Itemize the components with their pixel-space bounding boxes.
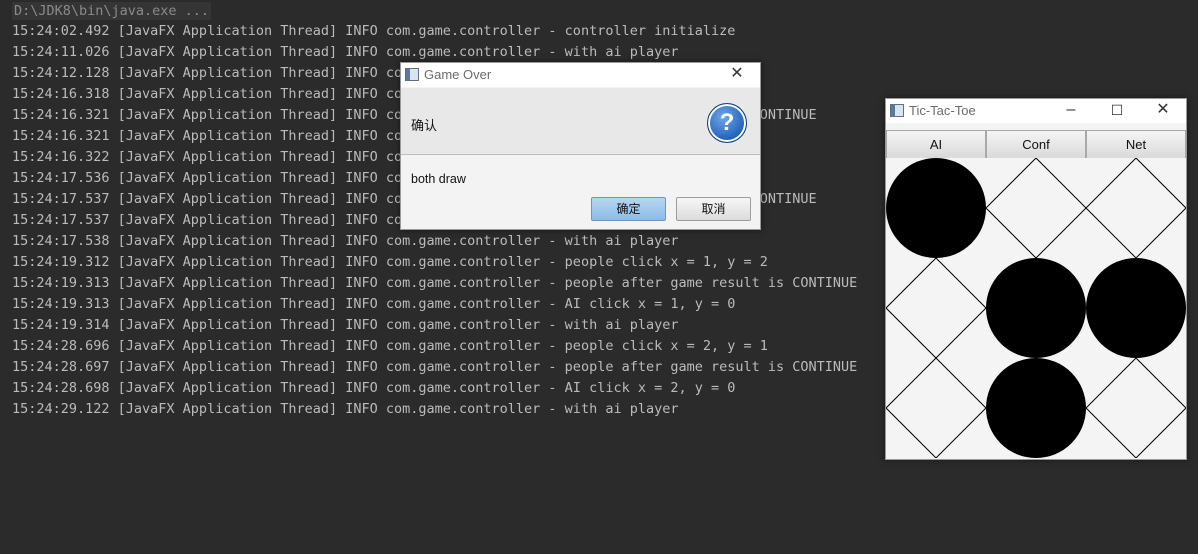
game-toolbar: AI Conf Net bbox=[886, 130, 1186, 159]
console-line: 15:24:11.026 [JavaFX Application Thread]… bbox=[12, 44, 679, 60]
console-line: 15:24:19.313 [JavaFX Application Thread]… bbox=[12, 296, 736, 312]
console-line: 15:24:29.122 [JavaFX Application Thread]… bbox=[12, 401, 679, 417]
cancel-button[interactable]: 取消 bbox=[676, 197, 751, 221]
minimize-icon[interactable]: – bbox=[1048, 99, 1094, 123]
board-cell[interactable] bbox=[1086, 258, 1186, 358]
console-line: 15:24:02.492 [JavaFX Application Thread]… bbox=[12, 23, 736, 39]
o-mark bbox=[986, 358, 1086, 458]
ai-button[interactable]: AI bbox=[886, 130, 986, 159]
java-window-icon bbox=[890, 104, 904, 117]
tic-tac-toe-window: Tic-Tac-Toe – ☐ ✕ AI Conf Net bbox=[885, 98, 1187, 460]
dialog-content: both draw bbox=[411, 172, 466, 186]
board-cell[interactable] bbox=[986, 358, 1086, 458]
console-line: 15:24:19.313 [JavaFX Application Thread]… bbox=[12, 275, 858, 291]
game-over-dialog: Game Over ✕ 确认 ? both draw 确定 取消 bbox=[400, 62, 761, 230]
console-command: D:\JDK8\bin\java.exe ... bbox=[12, 2, 212, 20]
console-line: 15:24:28.696 [JavaFX Application Thread]… bbox=[12, 338, 768, 354]
question-icon: ? bbox=[707, 103, 747, 143]
dialog-header: 确认 ? bbox=[401, 88, 760, 155]
console-line: 15:24:19.312 [JavaFX Application Thread]… bbox=[12, 254, 768, 270]
game-title: Tic-Tac-Toe bbox=[909, 103, 976, 118]
close-icon[interactable]: ✕ bbox=[1140, 99, 1186, 123]
game-titlebar[interactable]: Tic-Tac-Toe – ☐ ✕ bbox=[886, 99, 1186, 123]
maximize-icon[interactable]: ☐ bbox=[1094, 99, 1140, 123]
o-mark bbox=[886, 158, 986, 258]
board-cell[interactable] bbox=[886, 357, 987, 458]
board-cell[interactable] bbox=[886, 257, 987, 359]
console-line: 15:24:19.314 [JavaFX Application Thread]… bbox=[12, 317, 679, 333]
board-cell[interactable] bbox=[1085, 357, 1186, 458]
close-icon[interactable]: ✕ bbox=[714, 63, 760, 87]
board-cell[interactable] bbox=[986, 258, 1086, 358]
board-cell[interactable] bbox=[985, 158, 1087, 259]
console-line: 15:24:17.538 [JavaFX Application Thread]… bbox=[12, 233, 679, 249]
console-line: 15:24:28.697 [JavaFX Application Thread]… bbox=[12, 359, 858, 375]
dialog-titlebar[interactable]: Game Over ✕ bbox=[401, 63, 760, 87]
board-cell[interactable] bbox=[1085, 158, 1186, 259]
dialog-header-text: 确认 bbox=[411, 118, 438, 133]
net-button[interactable]: Net bbox=[1086, 130, 1186, 159]
o-mark bbox=[986, 258, 1086, 358]
java-window-icon bbox=[405, 68, 419, 81]
board-cell[interactable] bbox=[886, 158, 986, 258]
conf-button[interactable]: Conf bbox=[986, 130, 1086, 159]
ok-button[interactable]: 确定 bbox=[591, 197, 666, 221]
console-line: 15:24:28.698 [JavaFX Application Thread]… bbox=[12, 380, 736, 396]
o-mark bbox=[1086, 258, 1186, 358]
dialog-title: Game Over bbox=[424, 67, 492, 82]
game-board bbox=[886, 158, 1186, 458]
